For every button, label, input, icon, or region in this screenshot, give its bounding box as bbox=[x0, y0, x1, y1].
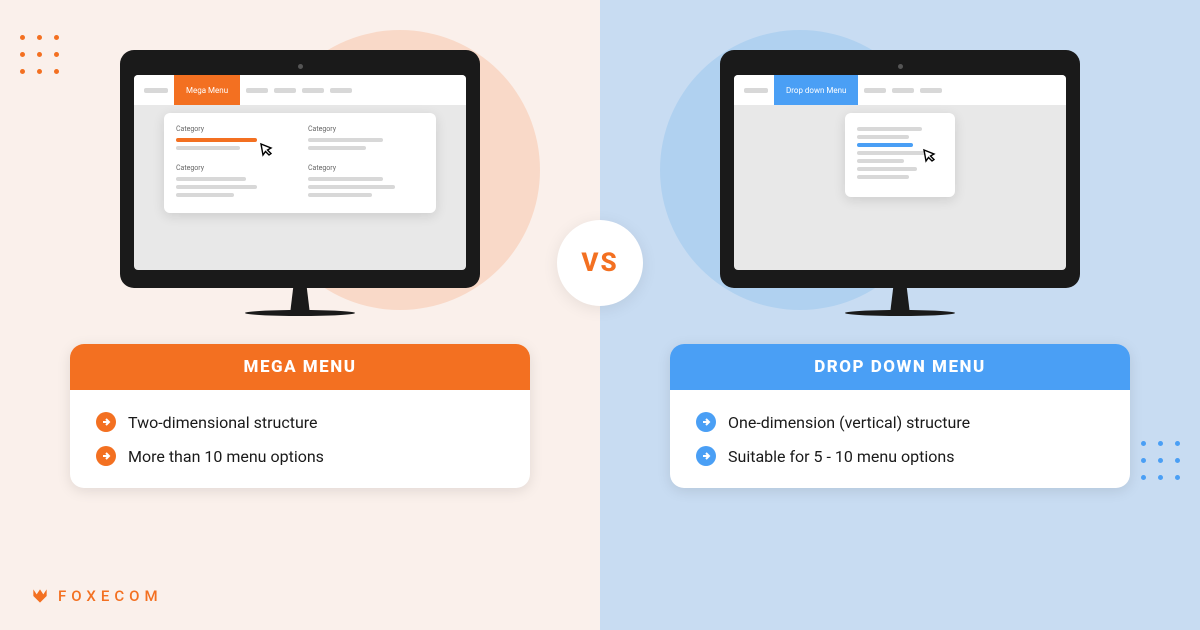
mega-menu-panel: Mega Menu Category Category bbox=[0, 0, 600, 630]
feature-bullet: One-dimension (vertical) structure bbox=[696, 412, 1104, 432]
arrow-right-icon bbox=[696, 412, 716, 432]
decorative-dots-icon bbox=[20, 35, 59, 74]
cursor-icon bbox=[917, 147, 941, 171]
mega-menu-card: MEGA MENU Two-dimensional structure More… bbox=[70, 344, 530, 488]
comparison-container: Mega Menu Category Category bbox=[0, 0, 1200, 630]
vs-badge: VS bbox=[557, 220, 643, 306]
category-label: Category bbox=[176, 125, 292, 133]
category-label: Category bbox=[176, 164, 292, 172]
bullet-text: Suitable for 5 - 10 menu options bbox=[728, 447, 954, 466]
mega-menu-dropdown: Category Category Category bbox=[164, 113, 436, 213]
monitor-illustration: Mega Menu Category Category bbox=[120, 50, 480, 316]
dropdown-menu-card: DROP DOWN MENU One-dimension (vertical) … bbox=[670, 344, 1130, 488]
brand-text: FOXECOM bbox=[58, 587, 163, 605]
bullet-text: More than 10 menu options bbox=[128, 447, 324, 466]
category-label: Category bbox=[308, 125, 424, 133]
card-title: MEGA MENU bbox=[70, 344, 530, 390]
mock-navbar: Drop down Menu bbox=[734, 75, 1066, 105]
bullet-text: Two-dimensional structure bbox=[128, 413, 318, 432]
feature-bullet: Two-dimensional structure bbox=[96, 412, 504, 432]
decorative-dots-icon bbox=[1141, 441, 1180, 480]
mock-navbar: Mega Menu bbox=[134, 75, 466, 105]
camera-icon bbox=[898, 64, 903, 69]
brand-logo: FOXECOM bbox=[30, 586, 163, 606]
foxecom-icon bbox=[30, 586, 50, 606]
arrow-right-icon bbox=[96, 446, 116, 466]
dropdown-menu-panel: Drop down Menu bbox=[600, 0, 1200, 630]
feature-bullet: More than 10 menu options bbox=[96, 446, 504, 466]
feature-bullet: Suitable for 5 - 10 menu options bbox=[696, 446, 1104, 466]
monitor-illustration: Drop down Menu bbox=[720, 50, 1080, 316]
camera-icon bbox=[298, 64, 303, 69]
category-label: Category bbox=[308, 164, 424, 172]
card-title: DROP DOWN MENU bbox=[670, 344, 1130, 390]
arrow-right-icon bbox=[96, 412, 116, 432]
dropdown-menu-list bbox=[845, 113, 955, 197]
cursor-icon bbox=[254, 141, 278, 165]
dropdown-menu-tab: Drop down Menu bbox=[774, 75, 858, 105]
bullet-text: One-dimension (vertical) structure bbox=[728, 413, 970, 432]
arrow-right-icon bbox=[696, 446, 716, 466]
mega-menu-tab: Mega Menu bbox=[174, 75, 240, 105]
